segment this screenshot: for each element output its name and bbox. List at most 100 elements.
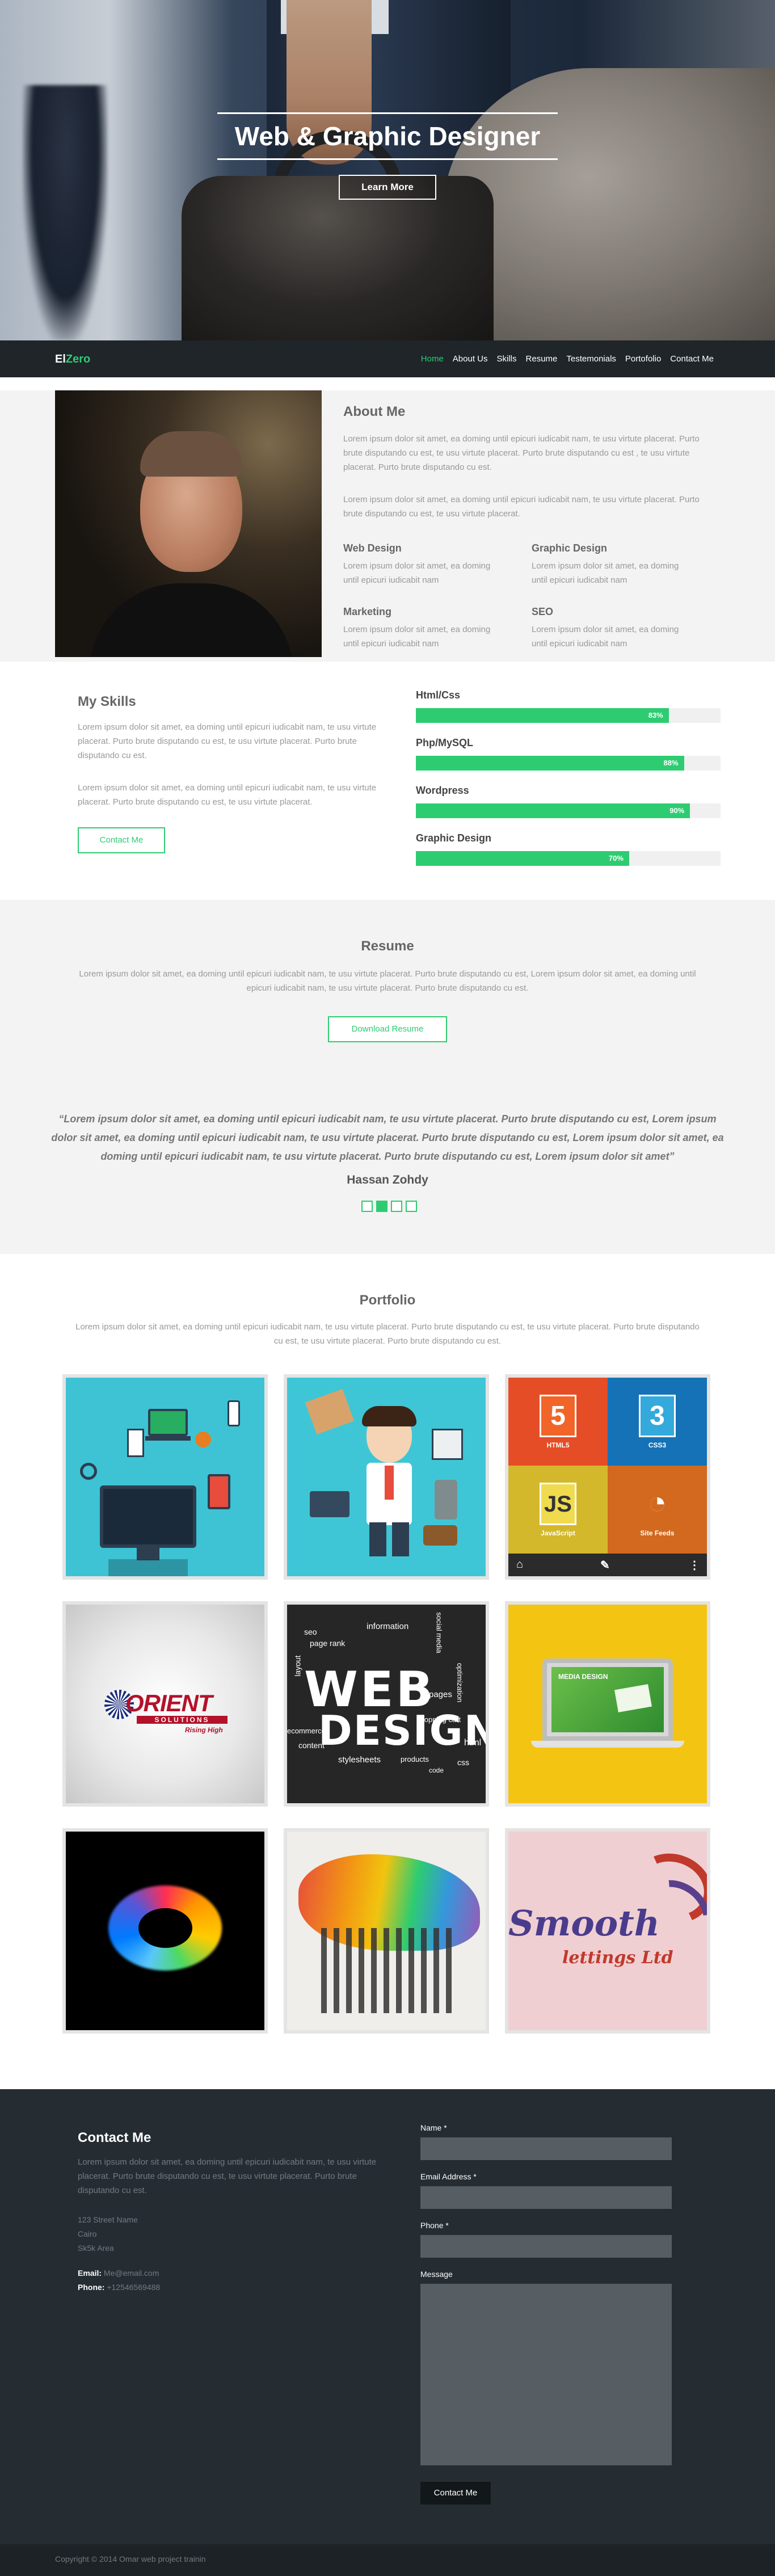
smooth-brand: Smooth: [508, 1902, 660, 1944]
testimonial-pager: [361, 1201, 417, 1212]
about-title: About Me: [343, 404, 406, 419]
service-text: Lorem ipsum dolor sit amet, ea doming un…: [532, 625, 679, 649]
nav-item-testimonials[interactable]: Testemonials: [566, 354, 616, 364]
about-section: About Me Lorem ipsum dolor sit amet, ea …: [0, 390, 775, 662]
portfolio-item-swirl[interactable]: [62, 1828, 268, 2034]
skill-html-css: Html/Css 83%: [416, 689, 721, 723]
nav-item-portfolio[interactable]: Portofolio: [625, 354, 661, 364]
skill-percent: 90%: [669, 806, 685, 815]
skill-bar: 90%: [416, 803, 721, 818]
home-icon: ⌂: [516, 1558, 524, 1571]
pager-dot-3[interactable]: [391, 1201, 402, 1212]
chalk-word: page rank: [310, 1639, 346, 1648]
chalk-word: content: [298, 1741, 325, 1750]
media-design-title: MEDIA DESIGN: [558, 1673, 608, 1681]
email-value[interactable]: Me@email.com: [104, 2268, 159, 2278]
chalk-word: css: [457, 1758, 469, 1767]
resume-section: Resume Lorem ipsum dolor sit amet, ea do…: [0, 900, 775, 1254]
download-resume-button[interactable]: Download Resume: [328, 1016, 447, 1042]
skill-name: Graphic Design: [416, 832, 492, 844]
contact-submit-button[interactable]: Contact Me: [420, 2482, 491, 2505]
skills-title: My Skills: [78, 694, 136, 709]
learn-more-button[interactable]: Learn More: [339, 175, 436, 200]
skill-php-mysql: Php/MySQL 88%: [416, 737, 721, 771]
resume-text: Lorem ipsum dolor sit amet, ea doming un…: [79, 969, 696, 993]
more-icon: ⋮: [689, 1559, 700, 1572]
pager-dot-2[interactable]: [376, 1201, 387, 1212]
contact-me-button[interactable]: Contact Me: [78, 827, 165, 853]
nav-item-home[interactable]: Home: [421, 354, 444, 364]
address-line: Cairo: [78, 2229, 97, 2238]
nav-item-resume[interactable]: Resume: [526, 354, 558, 364]
portfolio-item-web-icons[interactable]: 5 3 JS ◔ HTML5 CSS3 JavaScript Site Feed…: [505, 1374, 710, 1580]
skill-name: Html/Css: [416, 689, 461, 701]
portfolio-item-smooth[interactable]: Smooth lettings Ltd: [505, 1828, 710, 2034]
service-text: Lorem ipsum dolor sit amet, ea doming un…: [343, 625, 491, 649]
chalk-word: seo: [304, 1627, 317, 1636]
skill-bar-fill: [416, 756, 684, 771]
nav-item-skills[interactable]: Skills: [497, 354, 517, 364]
hero-section: Web & Graphic Designer Learn More: [0, 0, 775, 340]
chalk-word: code: [429, 1766, 444, 1774]
chalk-word: optimization: [456, 1662, 465, 1703]
portfolio-item-orient[interactable]: ORIENT SOLUTIONS Rising High: [62, 1601, 268, 1807]
skills-paragraph-2: Lorem ipsum dolor sit amet, ea doming un…: [78, 783, 377, 807]
chalk-word: ecommerce: [287, 1727, 326, 1735]
resume-title: Resume: [361, 938, 414, 954]
orient-tag: Rising High: [185, 1726, 223, 1734]
name-field[interactable]: [420, 2137, 672, 2160]
skill-bar: 83%: [416, 708, 721, 723]
nav-item-contact[interactable]: Contact Me: [670, 354, 714, 364]
orient-brand: ORIENT: [125, 1690, 213, 1716]
skills-paragraph-1: Lorem ipsum dolor sit amet, ea doming un…: [78, 722, 377, 760]
message-textarea[interactable]: [420, 2284, 672, 2465]
pager-dot-4[interactable]: [406, 1201, 417, 1212]
portfolio-item-web-design[interactable]: WEB DESIGN seo page rank information soc…: [284, 1601, 489, 1807]
pager-dot-1[interactable]: [361, 1201, 373, 1212]
hero-title: Web & Graphic Designer: [217, 112, 558, 160]
site-logo[interactable]: ElZero: [55, 353, 90, 366]
portfolio-item-devices[interactable]: [62, 1374, 268, 1580]
smooth-sub: lettings Ltd: [562, 1948, 673, 1968]
chalk-word: html: [464, 1738, 482, 1748]
contact-text: Lorem ipsum dolor sit amet, ea doming un…: [78, 2157, 377, 2195]
skill-bar-fill: [416, 803, 690, 818]
chalk-word: information: [367, 1622, 409, 1631]
portfolio-item-businessman[interactable]: [284, 1374, 489, 1580]
skill-bar-fill: [416, 708, 669, 723]
logo-part-2: Zero: [65, 353, 91, 365]
testimonial-author: Hassan Zohdy: [347, 1173, 428, 1186]
chalk-word: stylesheets: [338, 1755, 381, 1765]
main-nav: ElZero Home About Us Skills Resume Teste…: [0, 340, 775, 377]
css3-label: CSS3: [648, 1441, 667, 1449]
skill-graphic-design: Graphic Design 70%: [416, 832, 721, 866]
address-line: 123 Street Name: [78, 2215, 138, 2224]
skill-bar: 88%: [416, 756, 721, 771]
portfolio-item-paint[interactable]: [284, 1828, 489, 2034]
html5-label: HTML5: [546, 1441, 570, 1449]
nav-item-about[interactable]: About Us: [453, 354, 488, 364]
service-web-design: Web Design Lorem ipsum dolor sit amet, e…: [343, 542, 502, 587]
service-title: Graphic Design: [532, 542, 608, 554]
monitor-shape: [100, 1485, 196, 1548]
site-feeds-label: Site Feeds: [640, 1529, 675, 1537]
skill-percent: 70%: [608, 854, 624, 862]
portfolio-section: Portfolio Lorem ipsum dolor sit amet, ea…: [0, 1254, 775, 2089]
chalk-word: products: [401, 1755, 429, 1763]
skills-section: My Skills Lorem ipsum dolor sit amet, ea…: [0, 662, 775, 900]
skill-bar: 70%: [416, 851, 721, 866]
phone-field-label: Phone *: [420, 2221, 449, 2230]
service-graphic-design: Graphic Design Lorem ipsum dolor sit ame…: [532, 542, 690, 587]
service-title: Web Design: [343, 542, 402, 554]
contact-section: Contact Me Lorem ipsum dolor sit amet, e…: [0, 2089, 775, 2544]
phone-field[interactable]: [420, 2235, 672, 2258]
email-address-label: Email Address *: [420, 2172, 477, 2181]
skill-name: Php/MySQL: [416, 737, 474, 748]
javascript-label: JavaScript: [541, 1529, 575, 1537]
about-photo: [55, 390, 322, 657]
portfolio-item-media-design[interactable]: MEDIA DESIGN: [505, 1601, 710, 1807]
email-field[interactable]: [420, 2186, 672, 2209]
address-line: Sk5k Area: [78, 2244, 114, 2253]
about-paragraph-1: Lorem ipsum dolor sit amet, ea doming un…: [343, 434, 700, 472]
chalk-word: pages: [429, 1690, 452, 1699]
